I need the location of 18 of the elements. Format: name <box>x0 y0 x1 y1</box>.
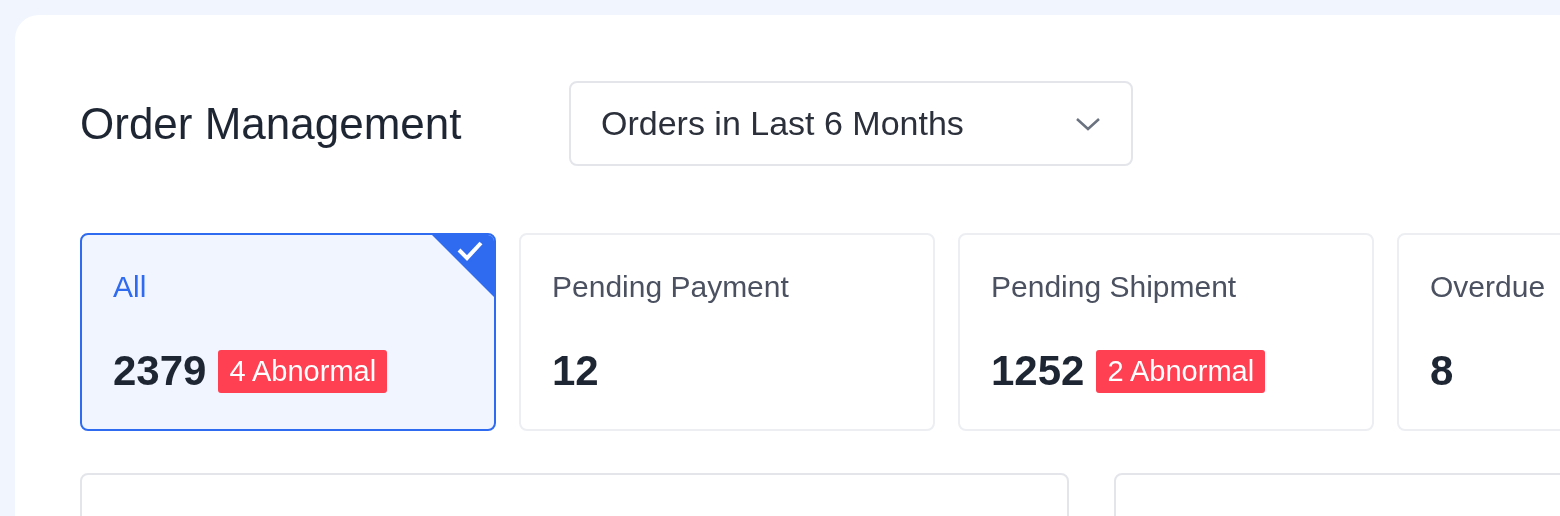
abnormal-badge: 2 Abnormal <box>1096 349 1266 393</box>
abnormal-badge: 4 Abnormal <box>218 349 388 393</box>
card-label: Pending Shipment <box>991 269 1238 305</box>
chevron-down-icon <box>1075 115 1101 132</box>
status-card[interactable]: Pending Payment 12 <box>519 233 935 431</box>
card-label: All <box>113 269 148 305</box>
order-count: 12 <box>552 347 599 395</box>
order-count: 2379 <box>113 347 207 395</box>
status-card[interactable]: All 2379 4 Abnormal <box>80 233 496 431</box>
page-title: Order Management <box>80 97 463 150</box>
order-count: 8 <box>1430 347 1454 395</box>
status-card[interactable]: Overdue 8 <box>1397 233 1560 431</box>
status-card[interactable]: Pending Shipment 1252 2 Abnormal <box>958 233 1374 431</box>
period-dropdown[interactable]: Orders in Last 6 Months <box>569 81 1133 166</box>
card-label: Pending Payment <box>552 269 790 305</box>
order-count: 1252 <box>991 347 1085 395</box>
selected-check-icon <box>432 235 494 297</box>
card-label: Overdue <box>1430 269 1547 305</box>
